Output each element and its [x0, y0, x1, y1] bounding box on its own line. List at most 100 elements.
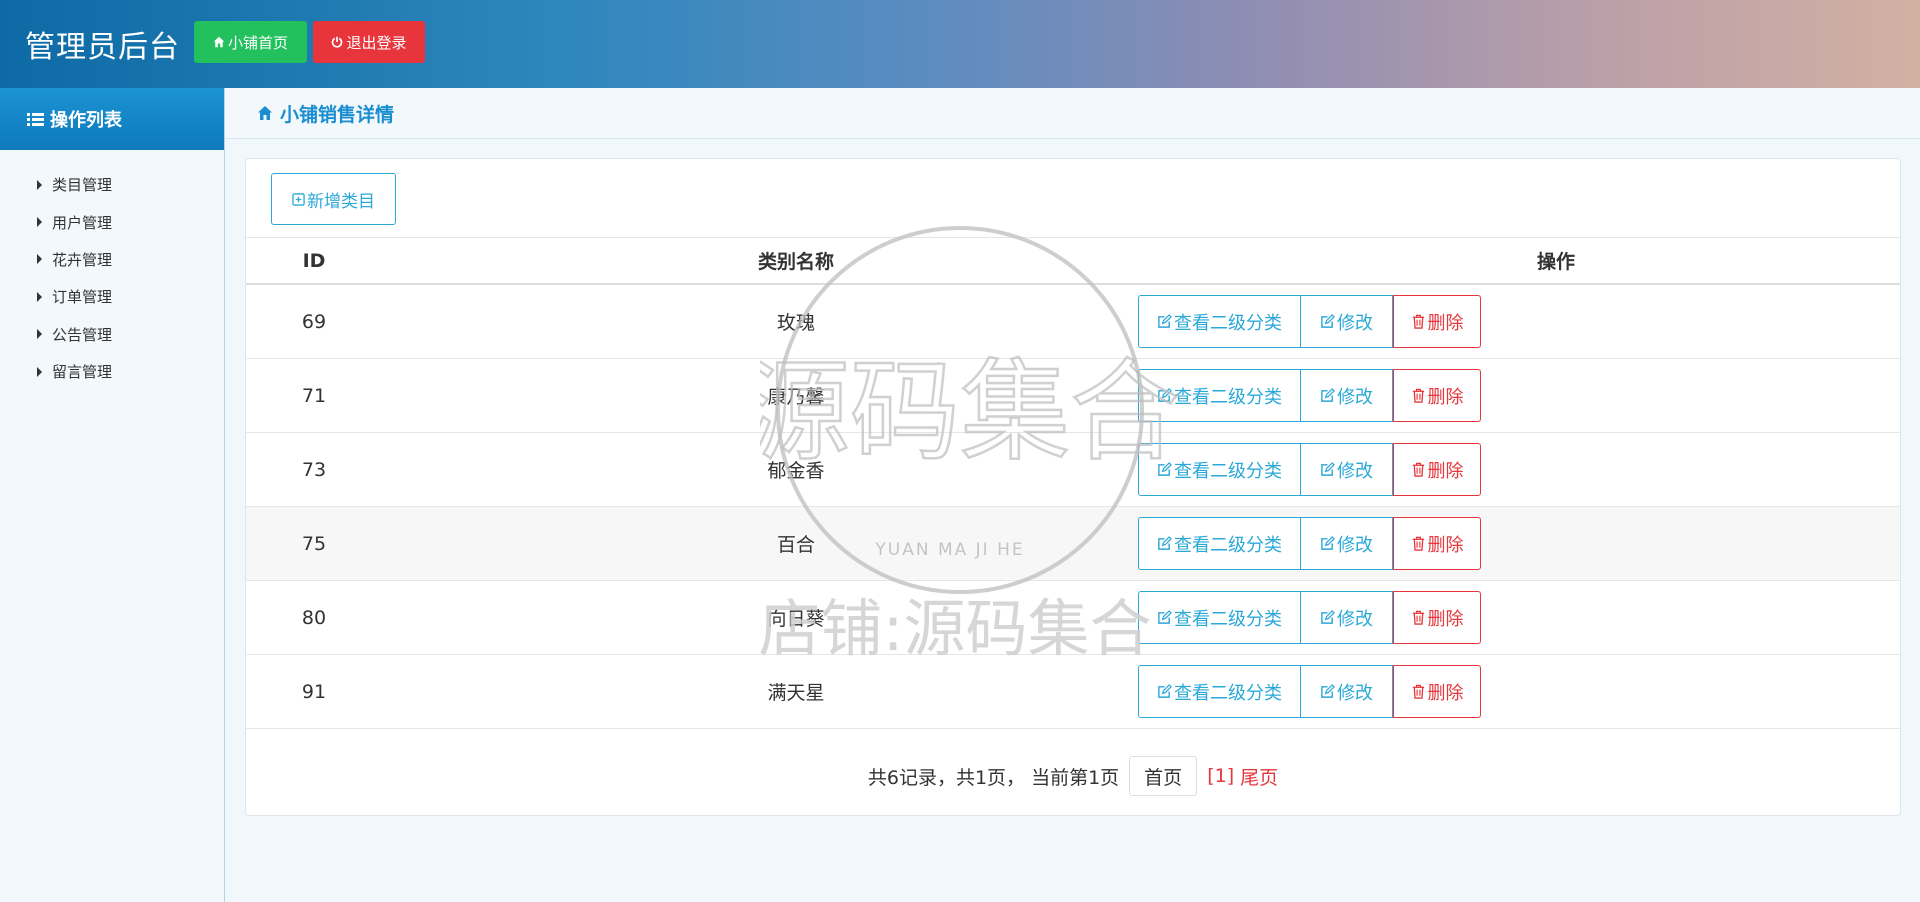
- edit-icon: [1321, 314, 1335, 328]
- view-subcategory-button[interactable]: 查看二级分类: [1138, 369, 1301, 422]
- shop-home-label: 小铺首页: [227, 33, 288, 52]
- view-subcategory-button[interactable]: 查看二级分类: [1138, 665, 1301, 718]
- trash-icon: [1412, 536, 1424, 551]
- edit-button[interactable]: 修改: [1301, 517, 1393, 570]
- edit-button[interactable]: 修改: [1301, 295, 1393, 348]
- delete-button[interactable]: 删除: [1393, 517, 1481, 570]
- logout-label: 退出登录: [346, 33, 407, 52]
- delete-button[interactable]: 删除: [1393, 369, 1481, 422]
- view-subcategory-button[interactable]: 查看二级分类: [1138, 443, 1301, 496]
- sidebar-item-label: 公告管理: [52, 325, 113, 344]
- trash-icon: [1412, 684, 1424, 699]
- add-category-label: 新增类目: [307, 191, 375, 212]
- row-actions: 查看二级分类 修改 删除: [1138, 443, 1481, 496]
- caret-right-icon: [37, 366, 42, 377]
- row-id: 71: [301, 384, 327, 407]
- view-subcategory-label: 查看二级分类: [1174, 312, 1282, 334]
- sidebar-item-orders[interactable]: 订单管理: [0, 278, 224, 315]
- delete-label: 删除: [1427, 312, 1464, 334]
- power-icon: [332, 36, 343, 48]
- delete-button[interactable]: 删除: [1393, 295, 1481, 348]
- table-row: 71 康乃馨 查看二级分类 修改 删除: [246, 359, 1900, 433]
- edit-button[interactable]: 修改: [1301, 443, 1393, 496]
- delete-label: 删除: [1427, 682, 1464, 704]
- row-actions: 查看二级分类 修改 删除: [1138, 369, 1481, 422]
- trash-icon: [1412, 462, 1424, 477]
- edit-icon: [1158, 536, 1172, 550]
- sidebar-item-notices[interactable]: 公告管理: [0, 316, 224, 353]
- edit-icon: [1158, 314, 1172, 328]
- sidebar-item-label: 类目管理: [52, 176, 113, 195]
- view-subcategory-label: 查看二级分类: [1174, 460, 1282, 482]
- view-subcategory-button[interactable]: 查看二级分类: [1138, 517, 1301, 570]
- sidebar-heading-label: 操作列表: [50, 110, 122, 131]
- caret-right-icon: [37, 329, 42, 340]
- table-header: ID 类别名称 操作: [246, 237, 1900, 285]
- edit-label: 修改: [1337, 312, 1373, 334]
- table-row: 73 郁金香 查看二级分类 修改 删除: [246, 433, 1900, 507]
- sidebar-item-category[interactable]: 类目管理: [0, 166, 224, 203]
- view-subcategory-label: 查看二级分类: [1174, 608, 1282, 630]
- view-subcategory-button[interactable]: 查看二级分类: [1138, 591, 1301, 644]
- sidebar-item-label: 花卉管理: [52, 250, 113, 269]
- sidebar-item-flowers[interactable]: 花卉管理: [0, 241, 224, 278]
- row-id: 69: [301, 310, 327, 333]
- table-body: 69 玫瑰 查看二级分类 修改 删除 71 康乃馨 查看二级分类 修改 删除 7…: [246, 285, 1900, 729]
- edit-icon: [1158, 388, 1172, 402]
- row-id: 91: [301, 680, 327, 703]
- delete-button[interactable]: 删除: [1393, 443, 1481, 496]
- pagination-summary: 共6记录，共1页， 当前第1页: [867, 766, 1120, 789]
- row-name: 满天星: [767, 682, 825, 704]
- column-header-ops: 操作: [1536, 251, 1575, 273]
- edit-button[interactable]: 修改: [1301, 369, 1393, 422]
- top-header: 管理员后台 小铺首页 退出登录: [0, 0, 1920, 88]
- delete-button[interactable]: 删除: [1393, 591, 1481, 644]
- view-subcategory-label: 查看二级分类: [1174, 534, 1282, 556]
- current-page-link[interactable]: [1]: [1207, 765, 1234, 787]
- last-page-link[interactable]: 尾页: [1240, 763, 1278, 790]
- sidebar-item-users[interactable]: 用户管理: [0, 203, 224, 240]
- edit-icon: [1321, 536, 1335, 550]
- edit-label: 修改: [1337, 608, 1373, 630]
- row-actions: 查看二级分类 修改 删除: [1138, 517, 1481, 570]
- column-header-id: ID: [302, 249, 326, 272]
- edit-icon: [1321, 610, 1335, 624]
- edit-button[interactable]: 修改: [1301, 665, 1393, 718]
- logout-button[interactable]: 退出登录: [313, 21, 425, 63]
- trash-icon: [1412, 388, 1424, 403]
- breadcrumb: 小铺销售详情: [226, 88, 1920, 139]
- delete-button[interactable]: 删除: [1393, 665, 1481, 718]
- row-actions: 查看二级分类 修改 删除: [1138, 591, 1481, 644]
- row-actions: 查看二级分类 修改 删除: [1138, 665, 1481, 718]
- first-page-button[interactable]: 首页: [1129, 756, 1198, 796]
- list-icon: [27, 112, 44, 126]
- home-icon: [258, 106, 272, 120]
- edit-icon: [1158, 462, 1172, 476]
- shop-home-button[interactable]: 小铺首页: [194, 21, 307, 63]
- sidebar: 操作列表 类目管理 用户管理 花卉管理 订单管理 公告管理 留言管理: [0, 88, 225, 902]
- row-id: 75: [301, 532, 327, 555]
- add-category-button[interactable]: 新增类目: [271, 173, 396, 225]
- edit-icon: [1158, 610, 1172, 624]
- sidebar-item-label: 留言管理: [52, 363, 113, 382]
- caret-right-icon: [37, 291, 42, 302]
- edit-label: 修改: [1337, 460, 1373, 482]
- caret-right-icon: [37, 254, 42, 265]
- table-row: 75 百合 查看二级分类 修改 删除: [246, 507, 1900, 581]
- table-row: 80 向日葵 查看二级分类 修改 删除: [246, 581, 1900, 655]
- edit-icon: [1158, 684, 1172, 698]
- sidebar-item-messages[interactable]: 留言管理: [0, 353, 224, 390]
- plus-square-icon: [292, 192, 305, 206]
- edit-label: 修改: [1337, 682, 1373, 704]
- row-name: 郁金香: [767, 460, 825, 482]
- pagination: 共6记录，共1页， 当前第1页 首页 [1] 尾页: [246, 753, 1900, 799]
- edit-button[interactable]: 修改: [1301, 591, 1393, 644]
- caret-right-icon: [37, 179, 42, 190]
- delete-label: 删除: [1427, 608, 1464, 630]
- column-header-name: 类别名称: [757, 251, 834, 273]
- sidebar-menu: 类目管理 用户管理 花卉管理 订单管理 公告管理 留言管理: [0, 150, 224, 390]
- view-subcategory-button[interactable]: 查看二级分类: [1138, 295, 1301, 348]
- edit-icon: [1321, 462, 1335, 476]
- table-row: 91 满天星 查看二级分类 修改 删除: [246, 655, 1900, 729]
- view-subcategory-label: 查看二级分类: [1174, 682, 1282, 704]
